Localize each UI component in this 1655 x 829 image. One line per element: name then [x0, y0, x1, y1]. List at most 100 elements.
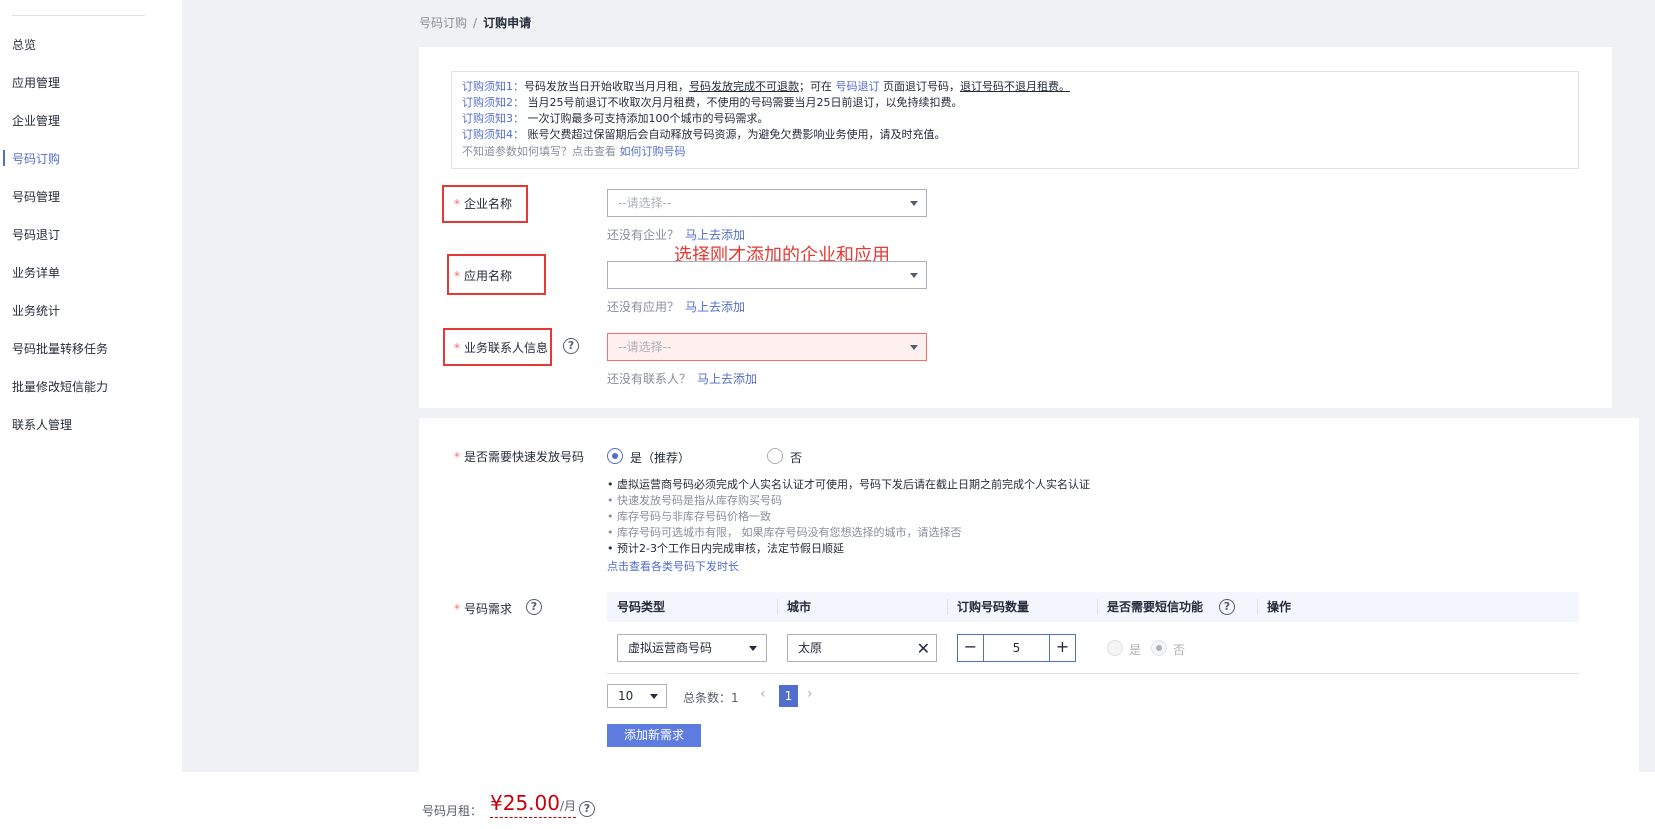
help-icon[interactable]: ? [1219, 599, 1235, 615]
breadcrumb-separator: / [473, 16, 478, 30]
notice-1-text-b: 号码发放完成不可退款 [689, 80, 799, 93]
fast-issue-notes: • 虚拟运营商号码必须完成个人实名认证才可使用，号码下发后请在截止日期之前完成个… [607, 477, 1090, 557]
notice-1-text-d: 页面退订号码， [879, 80, 960, 93]
breadcrumb-parent[interactable]: 号码订购 [419, 16, 467, 30]
city-input[interactable]: 太原 ✕ [787, 634, 937, 662]
sms-no-label: 否 [1173, 643, 1186, 657]
monthly-rent-amount: ¥25.00 [490, 791, 560, 815]
add-contact-link[interactable]: 马上去添加 [697, 372, 757, 386]
fast-issue-label: * 是否需要快速发放号码 [454, 448, 584, 465]
chevron-down-icon [910, 201, 918, 206]
notice-4-label: 订购须知4： [462, 128, 524, 141]
contact-hint: 还没有联系人？ 马上去添加 [607, 370, 757, 387]
contact-label: * 业务联系人信息 [454, 339, 548, 356]
app-label: * 应用名称 [454, 267, 512, 284]
note-item: • 预计2-3个工作日内完成审核，法定节假日顺延 [607, 542, 844, 555]
sidebar-item-app-management[interactable]: 应用管理 [12, 74, 60, 91]
page-button-1[interactable]: 1 [779, 685, 798, 707]
minus-icon[interactable]: − [958, 635, 984, 661]
order-notice-box: 订购须知1：号码发放当日开始收取当月月租，号码发放完成不可退款；可在 号码退订 … [451, 71, 1579, 169]
contact-hint-text: 还没有联系人？ [607, 372, 692, 386]
notice-1-text-c: ；可在 [799, 80, 836, 93]
app-hint-text: 还没有应用？ [607, 300, 680, 314]
required-mark: * [454, 341, 460, 355]
number-type-value: 虚拟运营商号码 [628, 641, 713, 655]
sidebar-item-number-management[interactable]: 号码管理 [12, 188, 60, 205]
notice-1: 订购须知1：号码发放当日开始收取当月月租，号码发放完成不可退款；可在 号码退订 … [462, 79, 1578, 95]
required-mark: * [454, 269, 460, 283]
fast-issue-no-label[interactable]: 否 [790, 449, 802, 466]
chevron-down-icon [910, 345, 918, 350]
notice-2: 订购须知2： 当月25号前退订不收取次月月租费，不使用的号码需要当月25日前退订… [462, 95, 1578, 111]
app-label-text: 应用名称 [464, 269, 513, 283]
notice-1-text-a: 号码发放当日开始收取当月月租， [524, 80, 689, 93]
notice-1-text-e: 退订号码不退月租费。 [960, 80, 1070, 93]
add-enterprise-link[interactable]: 马上去添加 [685, 228, 745, 242]
sidebar-item-number-unsubscribe[interactable]: 号码退订 [12, 226, 60, 243]
sidebar-item-business-stats[interactable]: 业务统计 [12, 302, 60, 319]
table-row: 虚拟运营商号码 太原 ✕ − 5 + 是 否 [607, 622, 1579, 674]
close-icon[interactable]: ✕ [917, 636, 930, 662]
fast-issue-no-radio[interactable] [767, 448, 783, 464]
sidebar-item-batch-sms[interactable]: 批量修改短信能力 [12, 378, 108, 395]
column-header-sms: 是否需要短信功能 [1107, 600, 1204, 614]
number-type-select[interactable]: 虚拟运营商号码 [617, 634, 767, 662]
notice-2-label: 订购须知2： [462, 96, 524, 109]
sidebar-divider [12, 15, 145, 16]
demand-table-header: 号码类型 城市 订购号码数量 是否需要短信功能 ? 操作 [607, 592, 1579, 622]
add-demand-button[interactable]: 添加新需求 [607, 724, 701, 747]
notice-help: 不知道参数如何填写？点击查看 如何订购号码 [462, 144, 1578, 160]
required-mark: * [454, 602, 460, 616]
unsubscribe-link[interactable]: 号码退订 [836, 80, 880, 93]
notice-4: 订购须知4： 账号欠费超过保留期后会自动释放号码资源，为避免欠费影响业务使用，请… [462, 127, 1578, 143]
fast-issue-yes-radio[interactable] [607, 448, 623, 464]
quantity-stepper[interactable]: − 5 + [957, 634, 1076, 662]
price-footer [182, 772, 1655, 829]
demand-label-text: 号码需求 [464, 602, 513, 616]
chevron-down-icon [910, 273, 918, 278]
enterprise-label-text: 企业名称 [464, 197, 513, 211]
page-size-value: 10 [618, 689, 634, 703]
chevron-right-icon[interactable]: › [807, 686, 813, 702]
help-icon[interactable]: ? [579, 801, 595, 817]
help-icon[interactable]: ? [563, 338, 579, 354]
monthly-rent-label: 号码月租： [422, 804, 483, 818]
how-to-order-link[interactable]: 如何订购号码 [620, 145, 686, 158]
contact-select[interactable]: --请选择-- [607, 333, 927, 361]
chevron-down-icon [749, 646, 757, 651]
sidebar-item-business-details[interactable]: 业务详单 [12, 264, 60, 281]
column-header-city: 城市 [787, 600, 812, 614]
monthly-rent-price: ¥25.00/月 [490, 791, 577, 818]
sms-yes-radio[interactable] [1107, 640, 1123, 656]
fast-issue-yes-label[interactable]: 是（推荐） [630, 449, 690, 466]
contact-label-text: 业务联系人信息 [464, 341, 549, 355]
quantity-value[interactable]: 5 [985, 635, 1048, 661]
notice-1-label: 订购须知1： [462, 80, 524, 93]
notice-4-text: 账号欠费超过保留期后会自动释放号码资源，为避免欠费影响业务使用，请及时充值。 [524, 128, 946, 141]
note-item: • 库存号码与非库存号码价格一致 [607, 510, 771, 523]
demand-label: * 号码需求 [454, 600, 512, 617]
sidebar-item-contacts[interactable]: 联系人管理 [12, 416, 72, 433]
app-select[interactable] [607, 261, 927, 289]
sidebar-item-batch-transfer[interactable]: 号码批量转移任务 [12, 340, 108, 357]
chevron-down-icon [650, 694, 658, 699]
chevron-left-icon[interactable]: ‹ [760, 686, 766, 702]
sidebar: 总览 应用管理 企业管理 号码订购 号码管理 号码退订 业务详单 业务统计 号码… [0, 0, 182, 829]
plus-icon[interactable]: + [1049, 635, 1075, 661]
pager-total: 总条数：1 [683, 691, 739, 705]
enterprise-select-placeholder: --请选择-- [618, 196, 672, 210]
sidebar-item-number-order[interactable]: 号码订购 [12, 150, 60, 167]
sms-no-radio[interactable] [1151, 640, 1167, 656]
enterprise-select[interactable]: --请选择-- [607, 189, 927, 217]
breadcrumb-current: 订购申请 [483, 16, 532, 30]
enterprise-hint-text: 还没有企业？ [607, 228, 680, 242]
help-icon[interactable]: ? [526, 599, 542, 615]
issue-duration-link[interactable]: 点击查看各类号码下发时长 [607, 558, 739, 574]
column-header-action: 操作 [1267, 600, 1292, 614]
add-app-link[interactable]: 马上去添加 [685, 300, 745, 314]
monthly-rent-unit: /月 [559, 799, 577, 813]
sidebar-active-indicator [3, 150, 5, 166]
sidebar-item-enterprise-management[interactable]: 企业管理 [12, 112, 60, 129]
page-size-select[interactable]: 10 [607, 684, 667, 708]
sidebar-item-overview[interactable]: 总览 [12, 36, 36, 53]
